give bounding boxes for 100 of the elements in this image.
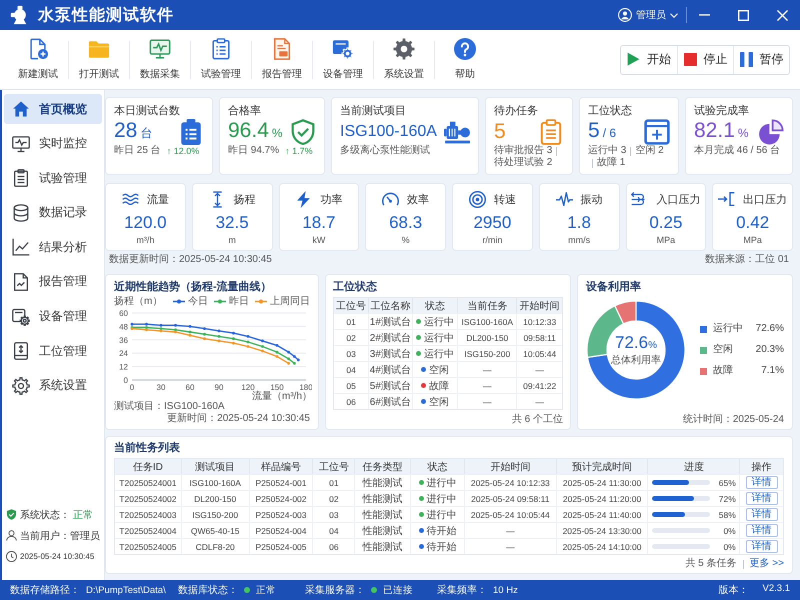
table-cell: 性能测试	[354, 539, 410, 554]
toolbar-button[interactable]: 新建测试	[8, 32, 68, 86]
arrow-bracket-icon	[718, 192, 736, 206]
param-value: 68.3	[389, 213, 422, 233]
column-header: 预计完成时间	[556, 459, 648, 474]
axis-tick-label: 24	[119, 349, 128, 358]
table-cell: —	[516, 362, 562, 377]
table-cell: —	[457, 394, 516, 409]
status-value: 正常	[256, 584, 276, 596]
progress-track	[652, 544, 710, 549]
param-value: 0.42	[736, 213, 770, 233]
line-chart-icon	[12, 238, 30, 256]
table-cell: 03	[312, 507, 354, 522]
param-label: 功率	[320, 192, 342, 206]
status-label: 运行中	[424, 348, 454, 360]
toolbar-button[interactable]: 打开测试	[69, 32, 129, 86]
sidebar-item[interactable]: 报告管理	[4, 266, 102, 297]
user-avatar-icon	[618, 8, 632, 22]
toolbar-button[interactable]: 试验管理	[191, 32, 251, 86]
param-label: 效率	[407, 192, 430, 206]
sidebar-item[interactable]: 实时监控	[4, 128, 102, 159]
details-button[interactable]: 详情	[746, 492, 778, 505]
table-cell: 2025-05-24 11:30:00	[556, 475, 648, 490]
table-cell-text: 01	[345, 316, 357, 328]
axis-tick-label: 120	[241, 383, 255, 392]
toolbar-button[interactable]: 帮助	[435, 32, 495, 86]
table-cell: 4#测试台	[368, 362, 412, 377]
details-button[interactable]: 详情	[746, 524, 778, 537]
stop-button[interactable]: 停止	[677, 46, 733, 74]
data-source-label: 数据来源：工位 01	[705, 252, 789, 266]
table-cell: ISG100-160A	[457, 314, 516, 329]
column-header: 工位号	[335, 300, 368, 313]
table-cell: —	[457, 362, 516, 377]
sidebar-item[interactable]: 试验管理	[4, 163, 102, 194]
table-cell: —	[516, 394, 562, 409]
axis-tick-label: 0	[130, 383, 134, 392]
table-cell: 01	[312, 475, 354, 490]
column-header: 状态	[410, 459, 464, 474]
table-cell-text: T20250524003	[118, 508, 178, 522]
toolbar-button[interactable]: 报告管理	[252, 32, 312, 86]
table-cell: 2025-05-24 09:58:11	[464, 491, 556, 506]
param-label: 流量	[146, 192, 169, 206]
table-cell: 09:58:11	[516, 330, 562, 345]
column-header: 测试项目	[180, 459, 249, 474]
pause-button[interactable]: 暂停	[733, 46, 789, 74]
chart-title: 设备利用率	[586, 280, 642, 294]
pulse-icon	[556, 192, 573, 206]
details-button[interactable]: 详情	[746, 508, 778, 521]
card-title: 工位状态	[333, 280, 378, 294]
kpi-note: 待审批报告 3	[494, 145, 552, 156]
maximize-icon	[738, 10, 748, 20]
chart-title: 近期性能趋势（扬程-流量曲线）	[114, 280, 273, 294]
utilization-caption: 总体利用率	[611, 355, 661, 367]
table-cell: DL200-150	[457, 330, 516, 345]
monitor-icon	[12, 134, 30, 153]
axis-tick-label: 48	[119, 322, 128, 332]
sidebar-item[interactable]: 系统设置	[4, 370, 102, 401]
toolbar-button[interactable]: 系统设置	[374, 32, 434, 86]
sidebar-item[interactable]: 设备管理	[4, 302, 102, 332]
param-value: 1.8	[567, 213, 591, 233]
details-button[interactable]: 详情	[746, 476, 778, 489]
sidebar-item[interactable]: 结果分析	[4, 232, 102, 262]
table-cell: 2025-05-24 11:20:00	[556, 491, 648, 506]
param-unit: m³/h	[136, 235, 154, 246]
waves-icon	[122, 192, 139, 206]
card-title: 当前性务列表	[114, 441, 181, 455]
clipboard-icon	[210, 38, 232, 60]
kpi-note: 本月完成 46 / 56 台	[694, 145, 780, 157]
x-axis-title: 流量（m³/h）	[252, 391, 312, 401]
table-cell: 2025-05-24 11:40:00	[556, 507, 648, 522]
monitor-pulse-icon	[149, 38, 171, 60]
sidebar-item[interactable]: 首页概览	[4, 94, 102, 124]
kpi-note: 空闲 2	[635, 145, 664, 157]
folder-icon	[88, 38, 110, 60]
legend-label: 今日	[188, 295, 208, 308]
details-button[interactable]: 详情	[746, 540, 778, 553]
table-cell: ISG150-200	[457, 346, 516, 361]
sidebar-item[interactable]: 数据记录	[4, 198, 102, 228]
table-cell: —	[457, 378, 516, 393]
column-header: 样品编号	[248, 459, 312, 474]
table-cell: P250524-001	[248, 475, 312, 490]
column-header: 任务类型	[354, 459, 410, 474]
kpi-value: 82.1%	[694, 118, 749, 144]
status-label: 运行中	[424, 316, 454, 328]
toolbar-button[interactable]: 数据采集	[130, 32, 190, 86]
param-label: 出口压力	[743, 192, 788, 206]
kpi-note: 多级离心泵性能测试	[340, 145, 430, 157]
status-label: 待开始	[426, 524, 457, 538]
pump-icon	[444, 118, 470, 144]
column-header: 状态	[412, 298, 458, 313]
device-gear-icon	[332, 38, 354, 60]
statistics-date-label: 统计时间：2025-05-24	[682, 414, 784, 425]
sidebar-item[interactable]: 工位管理	[4, 336, 102, 366]
more-link[interactable]: 更多 >>	[750, 558, 784, 570]
toolbar-button[interactable]: 设备管理	[313, 32, 373, 86]
start-button[interactable]: 开始	[621, 46, 677, 74]
user-menu[interactable]: 管理员	[614, 4, 682, 26]
test-project-label: 测试项目：ISG100-160A	[114, 401, 226, 412]
param-label: 入口压力	[656, 192, 700, 206]
clipboard-icon	[12, 169, 30, 188]
